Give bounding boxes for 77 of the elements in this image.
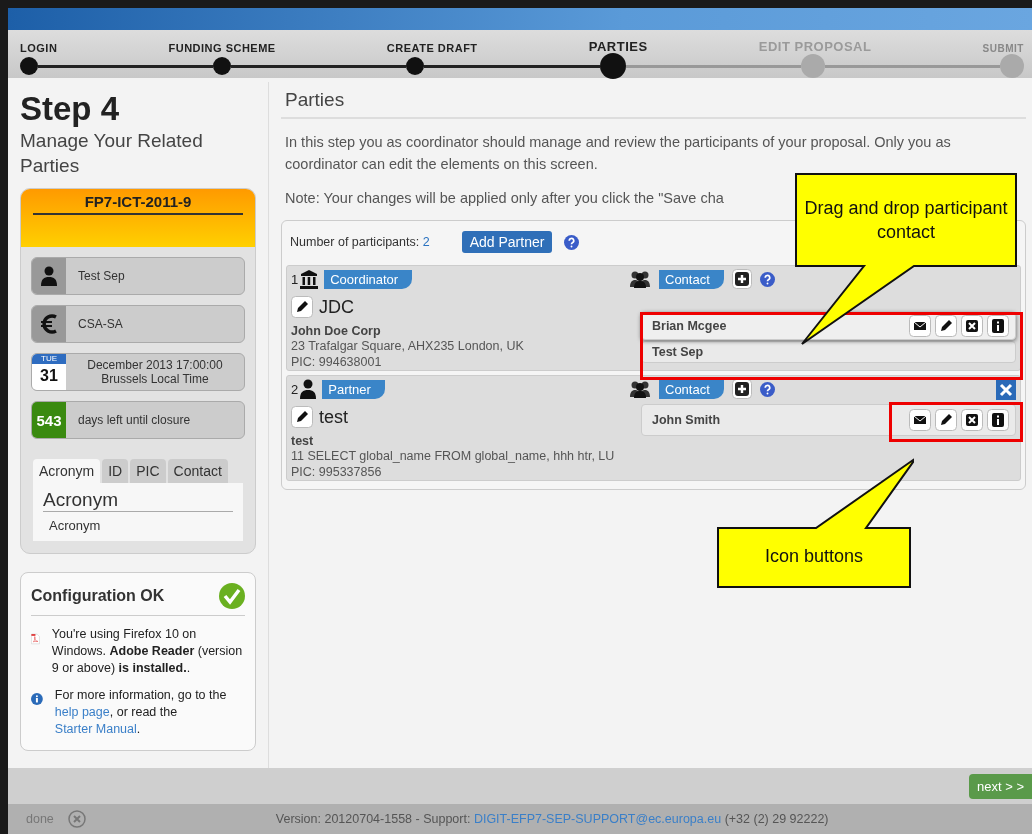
party-acronym: test [319, 406, 348, 428]
euro-icon [39, 313, 59, 335]
manual-link[interactable]: Starter Manual [54, 722, 137, 736]
person-icon [300, 379, 317, 399]
days-counter: 543 [32, 402, 66, 438]
add-icon[interactable] [731, 379, 752, 399]
step-label: EDIT PROPOSAL [758, 39, 872, 54]
contact-row[interactable]: John Smith [641, 404, 1016, 436]
info-text: days left until closure [77, 413, 191, 427]
mail-icon[interactable] [909, 409, 931, 431]
party-acronym: JDC [319, 296, 354, 318]
call-identifier: FP7-ICT-2011-9 [33, 193, 243, 215]
help-link[interactable]: help page [54, 705, 110, 719]
version-text: Version: 20120704-1558 - Support: DIGIT-EFP7-SEP-SUPPORT@ec.europa.eu (+32 (2) 29 92222) [275, 812, 829, 826]
role-label: Partner [322, 379, 385, 399]
party-pic: PIC: 995337856 [291, 464, 383, 480]
info-icon[interactable] [987, 315, 1009, 337]
deadline-text: December 2013 17:00:00 Brussels Local Time [86, 358, 224, 386]
note-text: Note: Your changes will be applied only after you click the "Save cha [285, 190, 725, 206]
delete-icon[interactable] [961, 315, 983, 337]
step-subtitle: Manage Your Related Parties [20, 129, 204, 178]
people-icon [629, 270, 651, 288]
contact-name: Test Sep [652, 345, 704, 359]
participants-count: Number of participants: 2 [290, 235, 430, 249]
calendar-icon: TUE 31 [32, 354, 66, 390]
edit-icon[interactable] [291, 296, 313, 318]
section-title: Parties [281, 86, 1026, 119]
edit-icon[interactable] [935, 315, 957, 337]
info-text: Test Sep [77, 269, 125, 283]
step-title: Step 4 [20, 90, 121, 128]
step-label: CREATE DRAFT [386, 42, 478, 54]
help-text: For more information, go to the help page, or read the Starter Manual. [54, 687, 228, 738]
search-tab[interactable]: Contact [167, 459, 228, 483]
edit-icon[interactable] [291, 406, 313, 428]
contact-label: Contact [659, 269, 724, 289]
party-pic: PIC: 994638001 [291, 354, 383, 370]
step-label: LOGIN [20, 42, 58, 54]
help-icon[interactable] [759, 271, 775, 287]
search-value: Acronym [49, 518, 102, 533]
building-icon [300, 269, 319, 289]
party-number: 2 [291, 381, 299, 397]
contact-row[interactable]: Test Sep [641, 341, 1016, 363]
party-number: 1 [291, 271, 299, 287]
search-tab[interactable]: Acronym [33, 459, 101, 483]
info-icon[interactable] [987, 409, 1009, 431]
edit-icon[interactable] [935, 409, 957, 431]
add-partner-button[interactable]: Add Partner [461, 231, 553, 253]
callout-text: Icon buttons [763, 545, 865, 568]
contact-name: Brian Mcgee [652, 319, 727, 333]
people-icon [629, 380, 651, 398]
party-name: John Doe Corp [291, 324, 382, 338]
search-tab[interactable]: PIC [130, 459, 166, 483]
callout-text: Drag and drop participant contact [803, 197, 1009, 244]
delete-icon[interactable] [961, 409, 983, 431]
mail-icon[interactable] [909, 315, 931, 337]
info-text: CSA-SA [77, 317, 123, 331]
help-icon[interactable] [759, 381, 775, 397]
contact-name: John Smith [652, 413, 721, 427]
contact-label: Contact [659, 379, 724, 399]
add-icon[interactable] [731, 269, 752, 289]
check-icon [219, 583, 245, 609]
party-address: 23 Trafalgar Square, AHX235 London, UK [291, 338, 525, 354]
person-icon [41, 266, 57, 286]
search-tab[interactable]: ID [102, 459, 129, 483]
search-heading: Acronym [43, 489, 233, 512]
role-label: Coordinator [324, 269, 413, 289]
remove-button[interactable] [996, 380, 1016, 400]
config-title: Configuration OK [31, 587, 165, 605]
party-address: 11 SELECT global_name FROM global_name, hhh htr, LU [291, 448, 616, 464]
status-text: done [26, 812, 54, 826]
step-label: SUBMIT [982, 43, 1024, 54]
intro-text: In this step you as coordinator should manage and review the participants of your proposal. Only you as coordinator can edit the elements on this screen. [285, 133, 952, 174]
party-name: test [291, 434, 315, 448]
help-icon[interactable] [564, 234, 580, 250]
step-label: FUNDING SCHEME [168, 42, 276, 54]
step-label: PARTIES [588, 39, 648, 54]
config-message: You're using Firefox 10 on Windows. Adobe Reader (version 9 or above) is installed.. [51, 626, 244, 677]
